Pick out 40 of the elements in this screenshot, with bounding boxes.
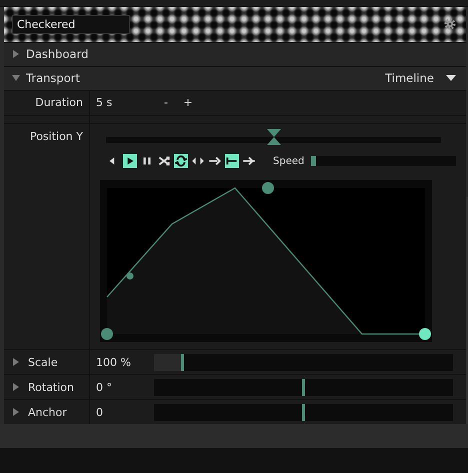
increment-button[interactable]: + bbox=[181, 96, 195, 110]
caret-right-icon[interactable] bbox=[12, 383, 20, 392]
loop-icon[interactable] bbox=[174, 154, 188, 168]
settings-icon[interactable] bbox=[444, 18, 456, 30]
slider-thumb[interactable] bbox=[302, 404, 305, 421]
curve-handle[interactable] bbox=[262, 182, 274, 194]
curve-handle[interactable] bbox=[101, 328, 113, 340]
parameter-value[interactable]: 0 bbox=[96, 406, 146, 419]
slider-thumb[interactable] bbox=[302, 378, 305, 396]
section-header[interactable]: Dashboard bbox=[4, 42, 466, 66]
caret-down-icon[interactable] bbox=[446, 75, 456, 82]
shuffle-icon[interactable] bbox=[157, 154, 171, 168]
position-y-label: Position Y bbox=[30, 130, 83, 144]
play-icon[interactable] bbox=[123, 154, 137, 168]
curve-handle[interactable] bbox=[126, 272, 134, 280]
slider-thumb[interactable] bbox=[266, 129, 280, 146]
curve-handle[interactable] bbox=[419, 328, 431, 340]
parameter-label: Rotation bbox=[28, 380, 74, 394]
speed-slider[interactable] bbox=[311, 156, 456, 166]
slider-thumb[interactable] bbox=[311, 156, 316, 166]
caret-right-icon[interactable] bbox=[12, 408, 20, 416]
decrement-button[interactable]: - bbox=[159, 96, 173, 110]
parameter-label: Scale bbox=[28, 356, 58, 369]
parameter-value[interactable]: 0 ° bbox=[96, 380, 146, 394]
mode-dropdown[interactable]: Timeline bbox=[385, 71, 434, 86]
duration-label: Duration bbox=[35, 96, 83, 110]
parameter-slider[interactable] bbox=[154, 354, 453, 371]
section-header[interactable]: Transport Timeline bbox=[4, 66, 466, 90]
caret-right-icon[interactable] bbox=[12, 358, 20, 366]
section-title: Dashboard bbox=[26, 47, 90, 62]
name-field[interactable]: Checkered bbox=[12, 14, 130, 34]
section-title: Transport bbox=[26, 71, 81, 86]
duration-value[interactable]: 5 s bbox=[96, 96, 151, 110]
speed-label: Speed bbox=[273, 156, 304, 167]
parameter-label: Anchor bbox=[28, 406, 67, 419]
caret-down-icon bbox=[12, 74, 20, 82]
caret-right-icon bbox=[12, 50, 20, 58]
parameter-slider[interactable] bbox=[154, 378, 453, 396]
parameter-slider[interactable] bbox=[154, 404, 453, 421]
parameter-value[interactable]: 100 % bbox=[96, 356, 146, 369]
